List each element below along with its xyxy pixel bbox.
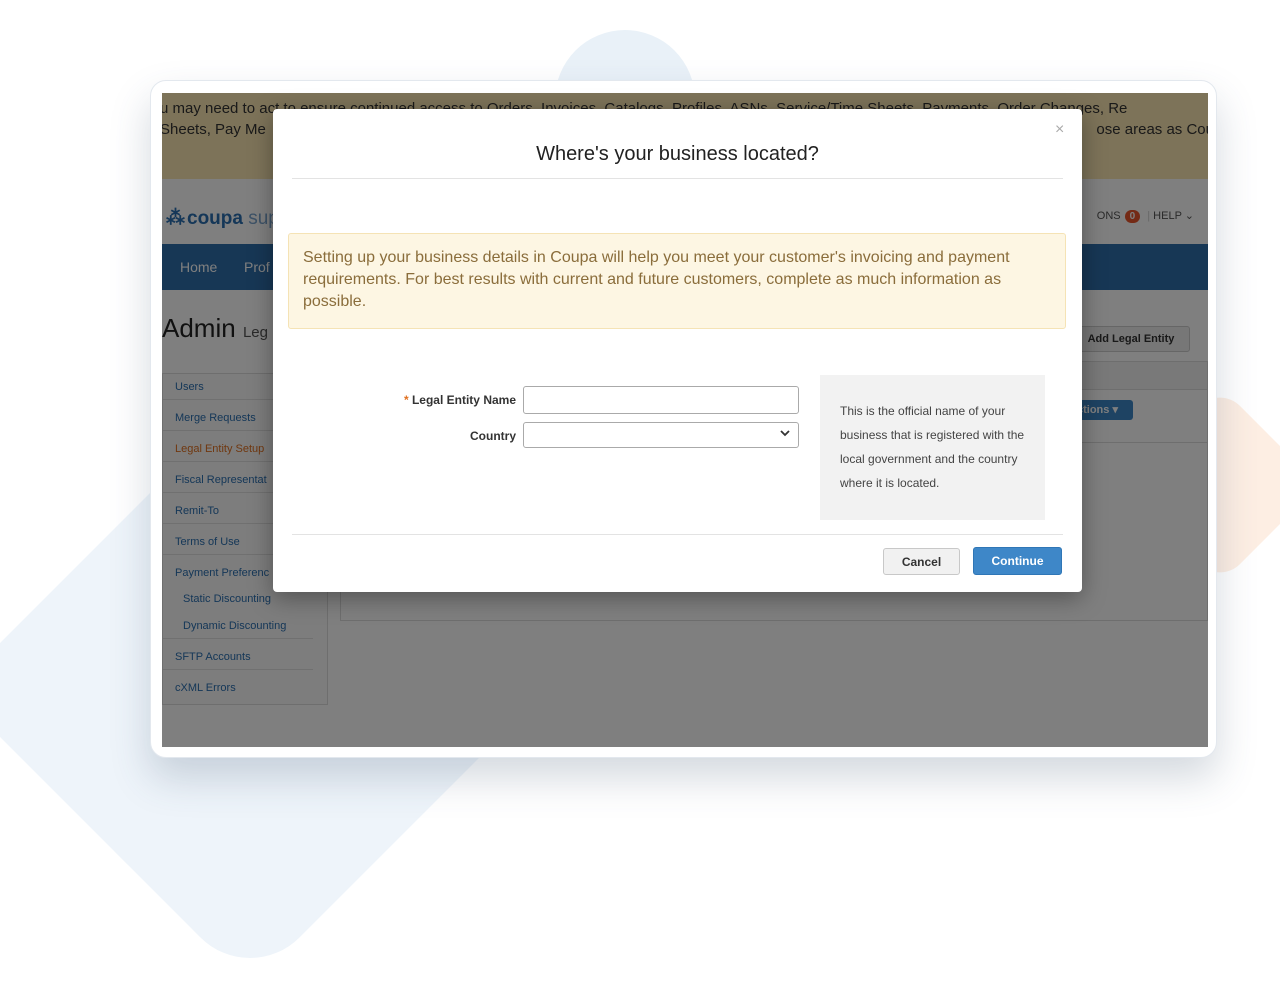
continue-button[interactable]: Continue xyxy=(973,547,1062,575)
cancel-button[interactable]: Cancel xyxy=(883,548,960,575)
info-alert: Setting up your business details in Coup… xyxy=(288,233,1066,329)
legal-entity-name-label: * Legal Entity Name xyxy=(403,393,516,407)
field-help-panel: This is the official name of your busine… xyxy=(820,375,1045,520)
close-icon[interactable]: × xyxy=(1055,121,1064,139)
country-label: Country xyxy=(470,429,516,443)
legal-entity-name-input[interactable] xyxy=(523,386,799,414)
business-location-dialog: × Where's your business located? Setting… xyxy=(273,109,1082,592)
dialog-title: Where's your business located? xyxy=(536,143,819,165)
divider xyxy=(292,178,1063,179)
divider xyxy=(292,534,1063,535)
country-select[interactable] xyxy=(523,422,799,448)
required-marker: * xyxy=(403,393,409,407)
chevron-down-icon xyxy=(780,427,790,441)
